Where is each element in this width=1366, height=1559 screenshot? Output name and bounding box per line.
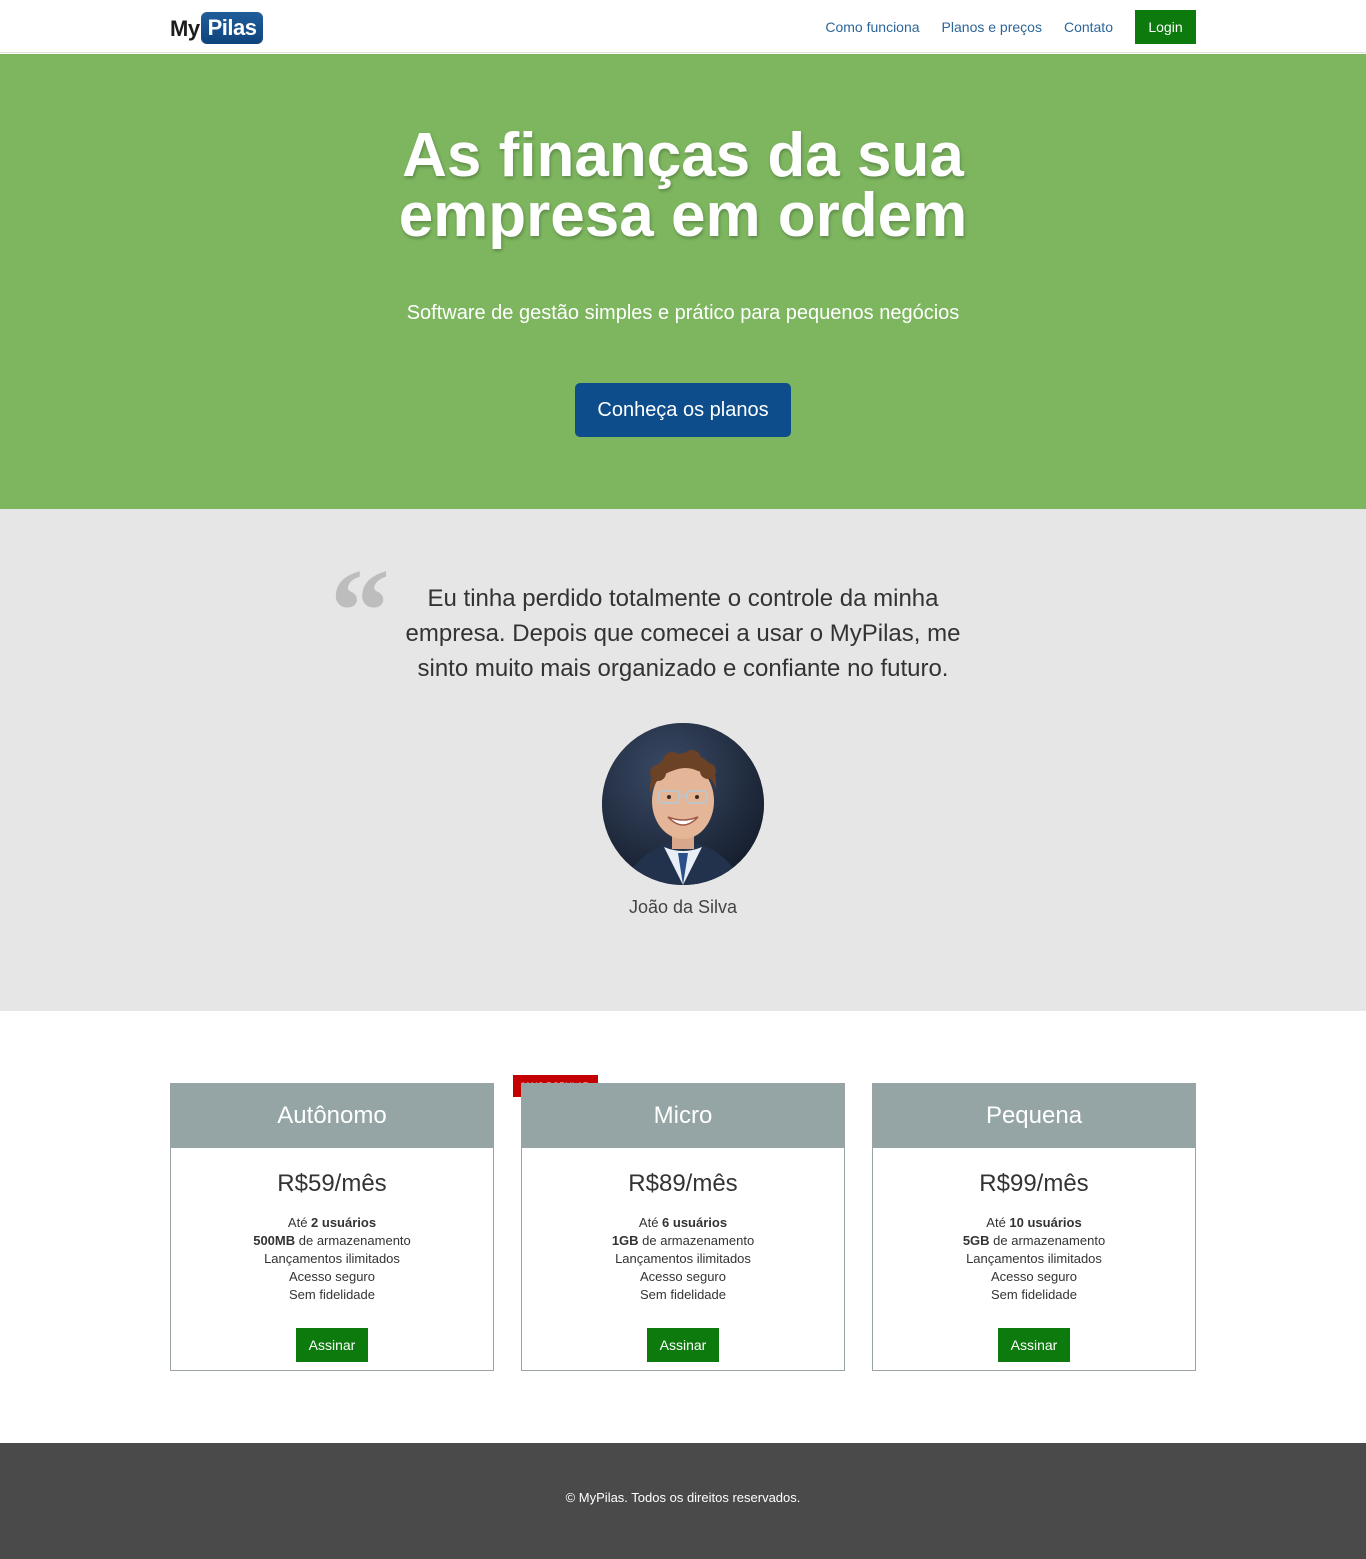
quote-mark-icon: “ <box>330 544 390 677</box>
hero-title-line-2: empresa em ordem <box>398 181 968 250</box>
pricing-section: Mais popular Autônomo R$59/mês Até 2 usu… <box>0 1011 1366 1443</box>
plan-feature: Acesso seguro <box>640 1269 726 1284</box>
footer: © MyPilas. Todos os direitos reservados. <box>0 1443 1366 1559</box>
copyright-text: © MyPilas. Todos os direitos reservados. <box>565 1490 801 1505</box>
plan-features: Até 2 usuários 500MB de armazenamento La… <box>171 1214 493 1304</box>
plan-feature: Sem fidelidade <box>640 1287 726 1302</box>
hero-title-line-1: As finanças da sua <box>402 121 964 190</box>
plan-feature: Acesso seguro <box>991 1269 1077 1284</box>
nav-link-contato[interactable]: Contato <box>1064 10 1113 44</box>
testimonial-section: “ Eu tinha perdido totalmente o controle… <box>0 509 1366 1011</box>
plan-name: Micro <box>522 1084 844 1148</box>
plan-price: R$59/mês <box>277 1170 387 1197</box>
plan-card-micro: Micro R$89/mês Até 6 usuários 1GB de arm… <box>521 1083 845 1371</box>
testimonial-quote: Eu tinha perdido totalmente o controle d… <box>405 585 961 682</box>
plan-feature-users: Até 6 usuários <box>638 1215 728 1230</box>
login-button[interactable]: Login <box>1135 10 1196 44</box>
see-plans-button[interactable]: Conheça os planos <box>575 383 791 437</box>
plan-feature: Sem fidelidade <box>289 1287 375 1302</box>
plan-card-pequena: Pequena R$99/mês Até 10 usuários 5GB de … <box>872 1083 1196 1371</box>
plan-feature-users: Até 10 usuários <box>986 1215 1082 1230</box>
plan-feature-storage: 1GB de armazenamento <box>611 1233 755 1248</box>
hero-title: As finanças da sua empresa em ordem <box>0 121 1366 250</box>
plan-feature: Lançamentos ilimitados <box>615 1251 751 1266</box>
plan-price: R$99/mês <box>979 1170 1089 1197</box>
plan-feature-storage: 500MB de armazenamento <box>253 1233 411 1248</box>
plan-card-autonomo: Autônomo R$59/mês Até 2 usuários 500MB d… <box>170 1083 494 1371</box>
plan-feature-storage: 5GB de armazenamento <box>962 1233 1106 1248</box>
plan-features: Até 6 usuários 1GB de armazenamento Lanç… <box>522 1214 844 1304</box>
hero-subtitle: Software de gestão simples e prático par… <box>406 302 960 324</box>
subscribe-button[interactable]: Assinar <box>998 1328 1070 1362</box>
plan-name: Autônomo <box>171 1084 493 1148</box>
subscribe-button[interactable]: Assinar <box>647 1328 719 1362</box>
plan-feature-users: Até 2 usuários <box>287 1215 377 1230</box>
person-photo-icon <box>602 723 764 885</box>
logo-pilas-text: Pilas <box>200 12 264 44</box>
logo-my-text: My <box>170 16 200 41</box>
plan-price: R$89/mês <box>628 1170 738 1197</box>
subscribe-button[interactable]: Assinar <box>296 1328 368 1362</box>
hero-section: As finanças da sua empresa em ordem Soft… <box>0 54 1366 509</box>
plan-feature: Acesso seguro <box>289 1269 375 1284</box>
navbar: My Pilas Como funciona Planos e preços C… <box>0 0 1366 53</box>
logo[interactable]: My Pilas <box>170 11 264 45</box>
testimonial-avatar <box>602 723 764 885</box>
nav-link-como-funciona[interactable]: Como funciona <box>825 10 919 44</box>
testimonial-author: João da Silva <box>628 897 738 917</box>
nav-links: Como funciona Planos e preços Contato Lo… <box>825 10 1196 44</box>
plan-feature: Lançamentos ilimitados <box>966 1251 1102 1266</box>
nav-link-planos-precos[interactable]: Planos e preços <box>942 10 1042 44</box>
plan-feature: Lançamentos ilimitados <box>264 1251 400 1266</box>
plan-feature: Sem fidelidade <box>991 1287 1077 1302</box>
plan-name: Pequena <box>873 1084 1195 1148</box>
plan-features: Até 10 usuários 5GB de armazenamento Lan… <box>873 1214 1195 1304</box>
